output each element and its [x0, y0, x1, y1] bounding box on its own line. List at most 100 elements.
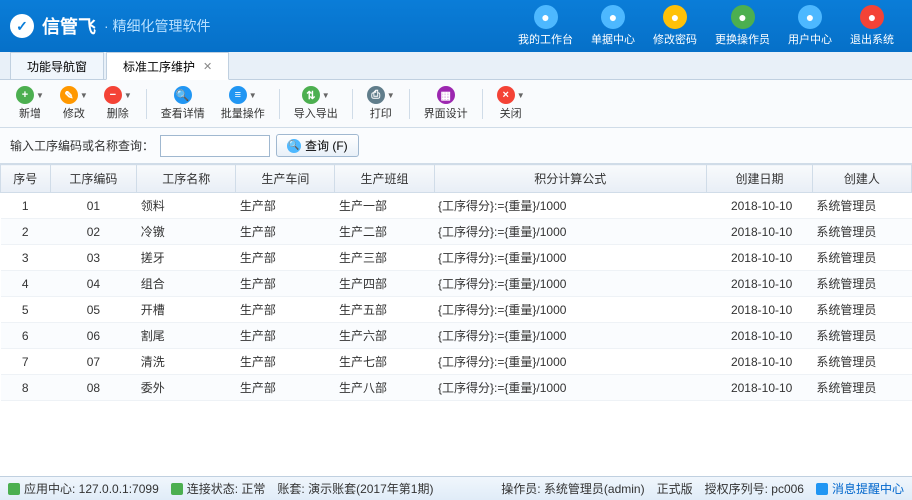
- col-header[interactable]: 创建日期: [707, 165, 813, 193]
- cell-creator: 系统管理员: [812, 219, 911, 245]
- table-row[interactable]: 101领料生产部生产一部{工序得分}:={重量}/10002018-10-10系…: [1, 193, 912, 219]
- toolbar-关闭[interactable]: ×▼关闭: [491, 84, 531, 123]
- header-item-5[interactable]: ●退出系统: [842, 3, 902, 49]
- table-row[interactable]: 202冷镦生产部生产二部{工序得分}:={重量}/10002018-10-10系…: [1, 219, 912, 245]
- header-item-2[interactable]: ●修改密码: [645, 3, 705, 49]
- cell-dept: 生产部: [236, 245, 335, 271]
- toolbar-label: 查看详情: [161, 105, 205, 121]
- cell-name: 组合: [137, 271, 236, 297]
- search-button[interactable]: 🔍 查询 (F): [276, 134, 359, 157]
- tab-bar: 功能导航窗 标准工序维护 ✕: [0, 52, 912, 80]
- col-header[interactable]: 生产班组: [335, 165, 434, 193]
- cell-creator: 系统管理员: [812, 245, 911, 271]
- search-button-label: 查询 (F): [305, 137, 348, 154]
- cell-date: 2018-10-10: [707, 245, 813, 271]
- header-icon: ●: [798, 5, 822, 29]
- toolbar-label: 界面设计: [424, 105, 468, 121]
- app-center-icon: [8, 483, 20, 495]
- col-header[interactable]: 序号: [1, 165, 51, 193]
- conn-icon: [171, 483, 183, 495]
- toolbar-打印[interactable]: ⎙▼ 打印: [361, 84, 401, 123]
- col-header[interactable]: 工序名称: [137, 165, 236, 193]
- cell-name: 割尾: [137, 323, 236, 349]
- sb-app-center[interactable]: 应用中心: 127.0.0.1:7099: [8, 480, 159, 497]
- toolbar-label: 删除: [107, 105, 129, 121]
- cell-creator: 系统管理员: [812, 297, 911, 323]
- cell-seq: 8: [1, 375, 51, 401]
- logo-icon: ✓: [10, 14, 34, 38]
- sb-edition: 正式版: [657, 480, 693, 497]
- header-item-0[interactable]: ●我的工作台: [510, 3, 581, 49]
- header-icon: ●: [860, 5, 884, 29]
- toolbar-批量操作[interactable]: ≡▼批量操作: [215, 84, 271, 123]
- cell-formula: {工序得分}:={重量}/1000: [434, 245, 707, 271]
- table-row[interactable]: 303搓牙生产部生产三部{工序得分}:={重量}/10002018-10-10系…: [1, 245, 912, 271]
- cell-team: 生产二部: [335, 219, 434, 245]
- cell-name: 冷镦: [137, 219, 236, 245]
- cell-date: 2018-10-10: [707, 193, 813, 219]
- toolbar-新增[interactable]: +▼新增: [10, 84, 50, 123]
- search-icon: 🔍: [287, 139, 301, 153]
- cell-code: 08: [50, 375, 137, 401]
- toolbar-icon: ⎙: [367, 86, 385, 104]
- cell-date: 2018-10-10: [707, 375, 813, 401]
- toolbar-label: 修改: [63, 105, 85, 121]
- cell-code: 07: [50, 349, 137, 375]
- toolbar-label: 关闭: [500, 105, 522, 121]
- cell-team: 生产五部: [335, 297, 434, 323]
- header-item-label: 单据中心: [591, 31, 635, 47]
- cell-seq: 5: [1, 297, 51, 323]
- dropdown-icon: ▼: [36, 91, 44, 100]
- header-icon: ●: [601, 5, 625, 29]
- sb-license: 授权序列号: pc006: [705, 480, 804, 497]
- col-header[interactable]: 创建人: [812, 165, 911, 193]
- header-item-3[interactable]: ●更换操作员: [707, 3, 778, 49]
- cell-code: 06: [50, 323, 137, 349]
- search-input[interactable]: [160, 135, 270, 157]
- sb-ledger: 账套: 演示账套(2017年第1期): [277, 480, 433, 497]
- tab-close-icon[interactable]: ✕: [203, 60, 212, 73]
- cell-code: 05: [50, 297, 137, 323]
- dropdown-icon: ▼: [124, 91, 132, 100]
- cell-code: 01: [50, 193, 137, 219]
- cell-dept: 生产部: [236, 271, 335, 297]
- toolbar-label: 导入导出: [294, 105, 338, 121]
- dropdown-icon: ▼: [387, 91, 395, 100]
- tab-0[interactable]: 功能导航窗: [10, 52, 104, 79]
- table-row[interactable]: 505开槽生产部生产五部{工序得分}:={重量}/10002018-10-10系…: [1, 297, 912, 323]
- header-item-4[interactable]: ●用户中心: [780, 3, 840, 49]
- cell-seq: 4: [1, 271, 51, 297]
- table-row[interactable]: 808委外生产部生产八部{工序得分}:={重量}/10002018-10-10系…: [1, 375, 912, 401]
- cell-dept: 生产部: [236, 375, 335, 401]
- toolbar-删除[interactable]: −▼删除: [98, 84, 138, 123]
- toolbar-查看详情[interactable]: 🔍查看详情: [155, 84, 211, 123]
- tab-1[interactable]: 标准工序维护 ✕: [106, 52, 229, 80]
- cell-date: 2018-10-10: [707, 219, 813, 245]
- table-row[interactable]: 707清洗生产部生产七部{工序得分}:={重量}/10002018-10-10系…: [1, 349, 912, 375]
- toolbar-修改[interactable]: ✎▼ 修改: [54, 84, 94, 123]
- toolbar-icon: ✎: [60, 86, 78, 104]
- cell-team: 生产七部: [335, 349, 434, 375]
- header-item-label: 更换操作员: [715, 31, 770, 47]
- brand-name: 信管飞: [42, 13, 96, 39]
- col-header[interactable]: 工序编码: [50, 165, 137, 193]
- toolbar-导入导出[interactable]: ⇅▼导入导出: [288, 84, 344, 123]
- toolbar-界面设计[interactable]: ▦界面设计: [418, 84, 474, 123]
- header-item-1[interactable]: ● 单据中心: [583, 3, 643, 49]
- table-row[interactable]: 404组合生产部生产四部{工序得分}:={重量}/10002018-10-10系…: [1, 271, 912, 297]
- toolbar-label: 打印: [370, 105, 392, 121]
- dropdown-icon: ▼: [80, 91, 88, 100]
- col-header[interactable]: 生产车间: [236, 165, 335, 193]
- cell-dept: 生产部: [236, 297, 335, 323]
- toolbar-separator: [279, 89, 280, 119]
- header-icon: ●: [534, 5, 558, 29]
- sb-notify[interactable]: 消息提醒中心: [816, 480, 904, 497]
- tab-label: 标准工序维护: [123, 58, 195, 75]
- col-header[interactable]: 积分计算公式: [434, 165, 707, 193]
- cell-formula: {工序得分}:={重量}/1000: [434, 323, 707, 349]
- cell-formula: {工序得分}:={重量}/1000: [434, 271, 707, 297]
- dropdown-icon: ▼: [322, 91, 330, 100]
- cell-date: 2018-10-10: [707, 297, 813, 323]
- table-row[interactable]: 606割尾生产部生产六部{工序得分}:={重量}/10002018-10-10系…: [1, 323, 912, 349]
- data-grid[interactable]: 序号工序编码工序名称生产车间生产班组积分计算公式创建日期创建人 101领料生产部…: [0, 164, 912, 476]
